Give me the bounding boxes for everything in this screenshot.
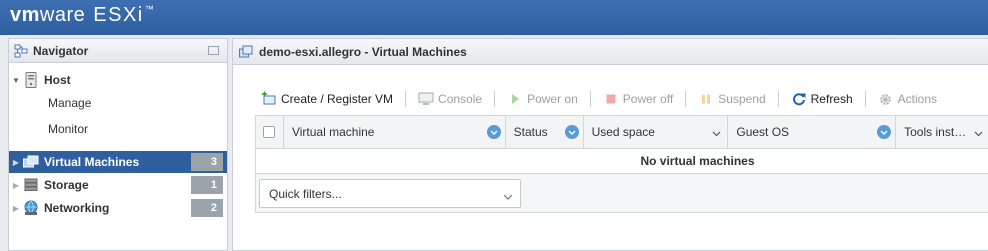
- chevron-down-icon[interactable]: [974, 126, 983, 140]
- power-off-icon: [603, 91, 619, 107]
- nav-item-monitor[interactable]: Monitor: [9, 118, 227, 140]
- column-tools-installed[interactable]: Tools inst…: [896, 116, 988, 148]
- column-guest-os[interactable]: Guest OS: [728, 116, 897, 148]
- navigator-header: Navigator: [9, 39, 227, 63]
- select-all-cell: [256, 116, 284, 148]
- power-on-label: Power on: [527, 92, 578, 106]
- networking-count-badge: 2: [191, 199, 223, 217]
- expand-arrow-icon[interactable]: ▶: [9, 158, 23, 167]
- power-off-button[interactable]: Power off: [601, 91, 675, 107]
- vm-count-badge: 3: [191, 153, 223, 171]
- nav-item-virtual-machines[interactable]: ▶ Virtual Machines 3: [9, 151, 227, 173]
- refresh-button[interactable]: Refresh: [789, 91, 855, 107]
- sort-chevron-icon[interactable]: [486, 125, 501, 139]
- page-title: demo-esxi.allegro - Virtual Machines: [259, 44, 467, 59]
- nav-item-storage[interactable]: ▶ Storage 1: [9, 174, 227, 196]
- column-label: Status: [513, 125, 548, 139]
- expand-arrow-icon[interactable]: ▶: [9, 204, 23, 213]
- panel-header: demo-esxi.allegro - Virtual Machines: [233, 39, 988, 65]
- column-used-space[interactable]: Used space: [584, 116, 729, 148]
- chevron-down-icon: [503, 189, 513, 203]
- top-banner: vmware ESXi™: [0, 0, 988, 35]
- suspend-button[interactable]: Suspend: [696, 91, 767, 107]
- virtual-machines-icon: [23, 154, 39, 170]
- console-label: Console: [438, 92, 483, 106]
- empty-grid-message: No virtual machines: [256, 149, 988, 174]
- console-icon: [418, 91, 434, 107]
- toolbar-divider: [685, 91, 687, 107]
- nav-item-networking[interactable]: ▶ Networking 2: [9, 197, 227, 219]
- create-vm-icon: [261, 91, 277, 107]
- host-icon: [23, 72, 39, 88]
- toolbar-divider: [405, 91, 407, 107]
- quick-filters-placeholder: Quick filters...: [269, 186, 342, 201]
- vm-toolbar: Create / Register VM Console Power on Po…: [259, 89, 939, 109]
- expand-arrow-icon[interactable]: ▼: [9, 76, 23, 85]
- chevron-down-icon[interactable]: [712, 126, 721, 140]
- storage-count-badge: 1: [191, 176, 223, 194]
- expand-arrow-icon[interactable]: ▶: [9, 181, 23, 190]
- nav-item-label: Host: [44, 73, 71, 87]
- suspend-label: Suspend: [718, 92, 766, 106]
- select-all-checkbox[interactable]: [263, 126, 275, 138]
- nav-item-label: Monitor: [48, 122, 89, 136]
- sort-chevron-icon[interactable]: [564, 125, 579, 139]
- create-register-vm-label: Create / Register VM: [281, 92, 394, 106]
- column-status[interactable]: Status: [506, 116, 584, 148]
- grid-footer: Quick filters...: [256, 174, 988, 212]
- column-virtual-machine[interactable]: Virtual machine: [284, 116, 506, 148]
- toolbar-divider: [864, 91, 866, 107]
- navigator-icon: [14, 44, 28, 58]
- console-button[interactable]: Console: [416, 91, 484, 107]
- column-label: Guest OS: [736, 125, 790, 139]
- virtual-machines-icon: [239, 45, 253, 59]
- refresh-icon: [791, 91, 807, 107]
- actions-button[interactable]: Actions: [876, 91, 939, 107]
- column-label: Tools inst…: [904, 125, 967, 139]
- collapse-panel-icon[interactable]: [208, 46, 219, 55]
- power-off-label: Power off: [622, 92, 674, 106]
- sort-chevron-icon[interactable]: [877, 125, 892, 139]
- nav-item-manage[interactable]: Manage: [9, 92, 227, 114]
- power-on-icon: [507, 91, 523, 107]
- column-label: Used space: [591, 125, 655, 139]
- column-label: Virtual machine: [291, 125, 375, 139]
- storage-icon: [23, 177, 39, 193]
- toolbar-divider: [494, 91, 496, 107]
- networking-icon: [23, 200, 39, 216]
- quick-filters-dropdown[interactable]: Quick filters...: [259, 179, 521, 208]
- navigator-title: Navigator: [33, 43, 89, 58]
- virtual-machines-panel: demo-esxi.allegro - Virtual Machines Cre…: [232, 38, 988, 251]
- nav-item-host[interactable]: ▼ Host: [9, 69, 227, 91]
- vmware-esxi-logo: vmware ESXi™: [10, 4, 155, 26]
- nav-item-label: Storage: [44, 178, 89, 192]
- nav-item-label: Virtual Machines: [44, 155, 140, 169]
- suspend-icon: [698, 91, 714, 107]
- navigator-panel: Navigator ▼ Host Manage Monitor ▶ Virtua…: [8, 38, 228, 251]
- toolbar-divider: [777, 91, 779, 107]
- vm-grid: Virtual machine Status Used space Guest …: [255, 115, 988, 213]
- refresh-label: Refresh: [810, 92, 853, 106]
- gear-icon: [878, 91, 894, 107]
- actions-label: Actions: [897, 92, 938, 106]
- nav-item-label: Manage: [48, 96, 92, 110]
- create-register-vm-button[interactable]: Create / Register VM: [259, 91, 395, 107]
- power-on-button[interactable]: Power on: [505, 91, 580, 107]
- toolbar-divider: [589, 91, 591, 107]
- nav-item-label: Networking: [44, 201, 110, 215]
- grid-header-row: Virtual machine Status Used space Guest …: [256, 116, 988, 149]
